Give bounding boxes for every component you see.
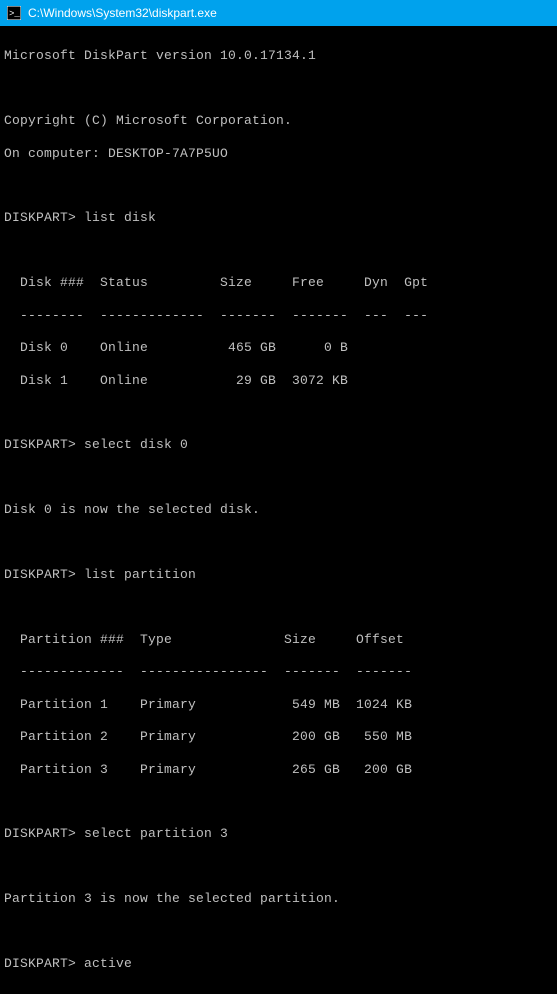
table-header: Disk ### Status Size Free Dyn Gpt — [4, 275, 553, 291]
blank-line — [4, 599, 553, 615]
terminal-output: Microsoft DiskPart version 10.0.17134.1 … — [0, 26, 557, 994]
blank-line — [4, 470, 553, 486]
prompt-line: DISKPART> active — [4, 956, 553, 972]
window-title: C:\Windows\System32\diskpart.exe — [28, 6, 217, 20]
table-row: Partition 2 Primary 200 GB 550 MB — [4, 729, 553, 745]
output-line: On computer: DESKTOP-7A7P5UO — [4, 146, 553, 162]
table-header: Partition ### Type Size Offset — [4, 632, 553, 648]
svg-text:>_: >_ — [9, 9, 20, 19]
table-row: Partition 1 Primary 549 MB 1024 KB — [4, 697, 553, 713]
prompt-line: DISKPART> list disk — [4, 210, 553, 226]
blank-line — [4, 243, 553, 259]
prompt-line: DISKPART> select partition 3 — [4, 826, 553, 842]
table-row: Disk 1 Online 29 GB 3072 KB — [4, 373, 553, 389]
table-divider: -------- ------------- ------- ------- -… — [4, 308, 553, 324]
blank-line — [4, 535, 553, 551]
blank-line — [4, 924, 553, 940]
table-row: Disk 0 Online 465 GB 0 B — [4, 340, 553, 356]
blank-line — [4, 178, 553, 194]
prompt-line: DISKPART> list partition — [4, 567, 553, 583]
blank-line — [4, 859, 553, 875]
blank-line — [4, 405, 553, 421]
table-divider: ------------- ---------------- ------- -… — [4, 664, 553, 680]
output-line: Copyright (C) Microsoft Corporation. — [4, 113, 553, 129]
output-line: Microsoft DiskPart version 10.0.17134.1 — [4, 48, 553, 64]
table-row: Partition 3 Primary 265 GB 200 GB — [4, 762, 553, 778]
blank-line — [4, 794, 553, 810]
output-line: Partition 3 is now the selected partitio… — [4, 891, 553, 907]
output-line: Disk 0 is now the selected disk. — [4, 502, 553, 518]
window-titlebar[interactable]: >_ C:\Windows\System32\diskpart.exe — [0, 0, 557, 26]
blank-line — [4, 81, 553, 97]
cmd-icon: >_ — [6, 5, 22, 21]
prompt-line: DISKPART> select disk 0 — [4, 437, 553, 453]
